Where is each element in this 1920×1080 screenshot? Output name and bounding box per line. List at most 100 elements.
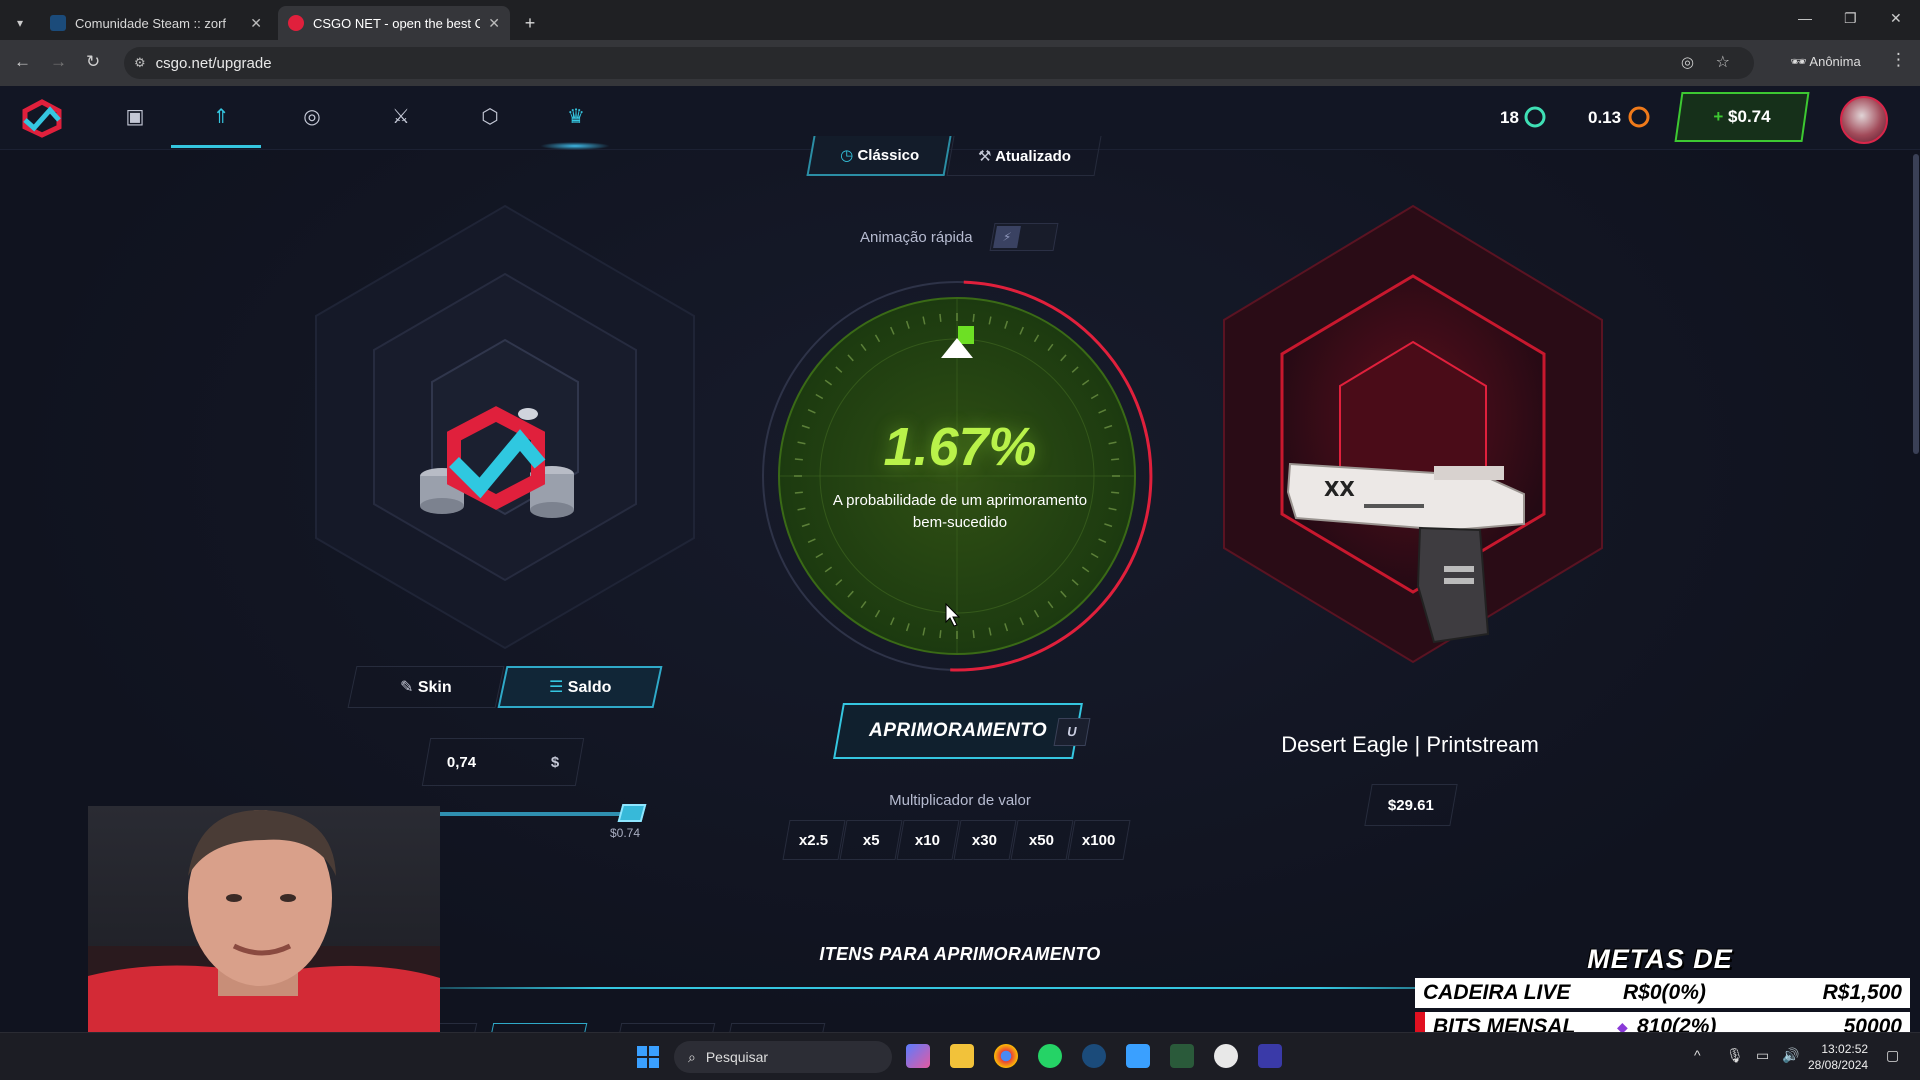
close-tab-icon[interactable]: ✕: [250, 15, 262, 32]
target-icon[interactable]: ◎: [299, 104, 325, 130]
multiplier-x10-button[interactable]: x10: [896, 820, 960, 860]
close-window-icon[interactable]: ✕: [1890, 10, 1902, 27]
wheel-tick: [939, 313, 942, 322]
close-tab-icon[interactable]: ✕: [488, 15, 500, 32]
multiplier-x50-button[interactable]: x50: [1010, 820, 1074, 860]
wheel-tick: [794, 491, 803, 494]
multiplier-label: Multiplicador de valor: [889, 792, 1031, 809]
wheel-tick: [972, 630, 975, 639]
chevron-down-icon: ▾: [16, 16, 24, 30]
restore-icon[interactable]: ❐: [1844, 10, 1857, 27]
points-icon: [1628, 106, 1650, 128]
steam-icon[interactable]: [1082, 1044, 1106, 1068]
new-tab-button[interactable]: +: [520, 6, 540, 40]
clock-icon: ◷: [839, 147, 857, 164]
tray-chevron-icon[interactable]: ^: [1694, 1047, 1701, 1063]
plus-icon: +: [1713, 107, 1729, 126]
skin-icon: ✎: [400, 679, 419, 696]
svg-text:XX: XX: [1324, 477, 1355, 501]
fast-animation-label: Animação rápida: [860, 229, 973, 246]
wheel-tick: [972, 313, 975, 322]
page-scrollbar[interactable]: [1913, 154, 1919, 454]
reload-icon[interactable]: ↻: [86, 52, 100, 72]
slider-max-label: $0.74: [610, 826, 641, 840]
chrome-icon[interactable]: [994, 1044, 1018, 1068]
mouse-cursor-icon: [945, 602, 961, 627]
site-logo[interactable]: [22, 99, 62, 138]
goal-row-chair: CADEIRA LIVE R$0(0%) R$1,500: [1415, 978, 1910, 1008]
tab-search-button[interactable]: ▾: [6, 6, 34, 40]
balance-tab[interactable]: ☰ Saldo: [497, 666, 663, 708]
csgo-net-favicon-icon: [288, 15, 304, 31]
multiplier-x5-button[interactable]: x5: [839, 820, 903, 860]
balance-slider-handle[interactable]: [617, 804, 647, 822]
incognito-icon: 🕶: [1790, 54, 1807, 69]
browser-tab-strip: ▾ Comunidade Steam :: zorf ✕ CSGO NET - …: [0, 0, 1920, 40]
multiplier-x30-button[interactable]: x30: [953, 820, 1017, 860]
crossed-swords-icon[interactable]: ⚔: [388, 104, 414, 130]
skin-tab[interactable]: ✎ Skin: [347, 666, 505, 708]
target-item-name: Desert Eagle | Printstream: [1281, 732, 1539, 757]
eye-off-icon[interactable]: ◎: [1681, 53, 1694, 71]
taskbar-search[interactable]: ⌕ Pesquisar: [674, 1041, 892, 1073]
multiplier-x2-5-button[interactable]: x2.5: [782, 820, 846, 860]
upgrade-button[interactable]: APRIMORAMENTO: [833, 703, 1083, 759]
tab-steam-community[interactable]: Comunidade Steam :: zorf ✕: [40, 6, 272, 40]
windows-taskbar: ⌕ Pesquisar ^ 🎙 ▭ 🔊 13:02:52 28/08/2024 …: [0, 1032, 1920, 1080]
target-item-price: $29.61: [1364, 784, 1458, 826]
multiplier-x100-button[interactable]: x100: [1067, 820, 1131, 860]
taskbar-clock[interactable]: 13:02:52 28/08/2024: [1808, 1041, 1868, 1073]
plus-icon: +: [524, 12, 536, 33]
app-circle-icon[interactable]: [1214, 1044, 1238, 1068]
browser-toolbar: ← → ↻ ⚙ csgo.net/upgrade ◎ ☆ 🕶 Anônima ⋮: [0, 40, 1920, 86]
volume-icon[interactable]: 🔊: [1782, 1047, 1799, 1064]
excel-icon[interactable]: [1170, 1044, 1194, 1068]
address-bar[interactable]: ⚙ csgo.net/upgrade ◎ ☆: [124, 47, 1754, 79]
fast-animation-toggle[interactable]: ⚡: [989, 223, 1059, 251]
forward-icon[interactable]: →: [50, 52, 67, 72]
section-divider: [360, 987, 1560, 989]
network-icon[interactable]: ▭: [1756, 1047, 1769, 1064]
upgrade-items-title: ITENS PARA APRIMORAMENTO: [819, 944, 1101, 964]
incognito-badge[interactable]: 🕶 Anônima: [1790, 54, 1861, 70]
user-avatar[interactable]: [1840, 96, 1888, 144]
chance-marker: [958, 326, 974, 344]
shield-icon[interactable]: ⬡: [477, 104, 503, 130]
minimize-icon[interactable]: —: [1798, 10, 1812, 26]
wheel-tick: [1111, 491, 1120, 494]
deposit-button[interactable]: + $0.74: [1674, 92, 1810, 142]
probability-description: A probabilidade de um aprimoramento bem-…: [832, 492, 1088, 531]
desert-eagle-image: XX: [1286, 462, 1525, 644]
mode-updated-tab[interactable]: ⚒ Atualizado: [946, 136, 1102, 176]
steam-icon: [50, 15, 66, 31]
nav-glow: [540, 142, 610, 150]
upgrade-probability: 1.67%: [883, 417, 1037, 477]
balance-coins-image: [420, 406, 574, 518]
site-info-icon[interactable]: ⚙: [134, 55, 146, 71]
points-count: 0.13: [1588, 108, 1622, 127]
tab-csgo-net[interactable]: CSGO NET - open the best CS ✕: [278, 6, 510, 40]
upgrade-icon[interactable]: ⇑: [208, 104, 234, 130]
copilot-icon[interactable]: [906, 1044, 930, 1068]
wheel-tick: [939, 630, 942, 639]
nav-active-indicator: [171, 145, 261, 148]
coins-count: 18: [1500, 108, 1519, 127]
file-explorer-icon[interactable]: [950, 1044, 974, 1068]
streamer-webcam-image: [88, 809, 440, 1046]
bookmark-star-icon[interactable]: ☆: [1716, 52, 1730, 72]
menu-kebab-icon[interactable]: ⋮: [1890, 50, 1907, 70]
notepad-icon[interactable]: [1126, 1044, 1150, 1068]
mode-classic-tab[interactable]: ◷ Clássico: [806, 136, 952, 176]
windows-start-icon[interactable]: [636, 1045, 660, 1069]
crown-icon[interactable]: ♛: [563, 104, 589, 130]
app-k-icon[interactable]: [1258, 1044, 1282, 1068]
microphone-icon[interactable]: 🎙: [1726, 1047, 1744, 1064]
box-icon[interactable]: ▣: [122, 104, 148, 130]
upgrade-hotkey-badge: U: [1053, 718, 1091, 746]
whatsapp-icon[interactable]: [1038, 1044, 1062, 1068]
back-icon[interactable]: ←: [14, 52, 31, 72]
balance-amount-input[interactable]: 0,74 $: [421, 738, 585, 786]
search-icon: ⌕: [688, 1048, 696, 1065]
notifications-icon[interactable]: ▢: [1886, 1047, 1899, 1064]
wand-icon: ⚒: [977, 147, 995, 165]
